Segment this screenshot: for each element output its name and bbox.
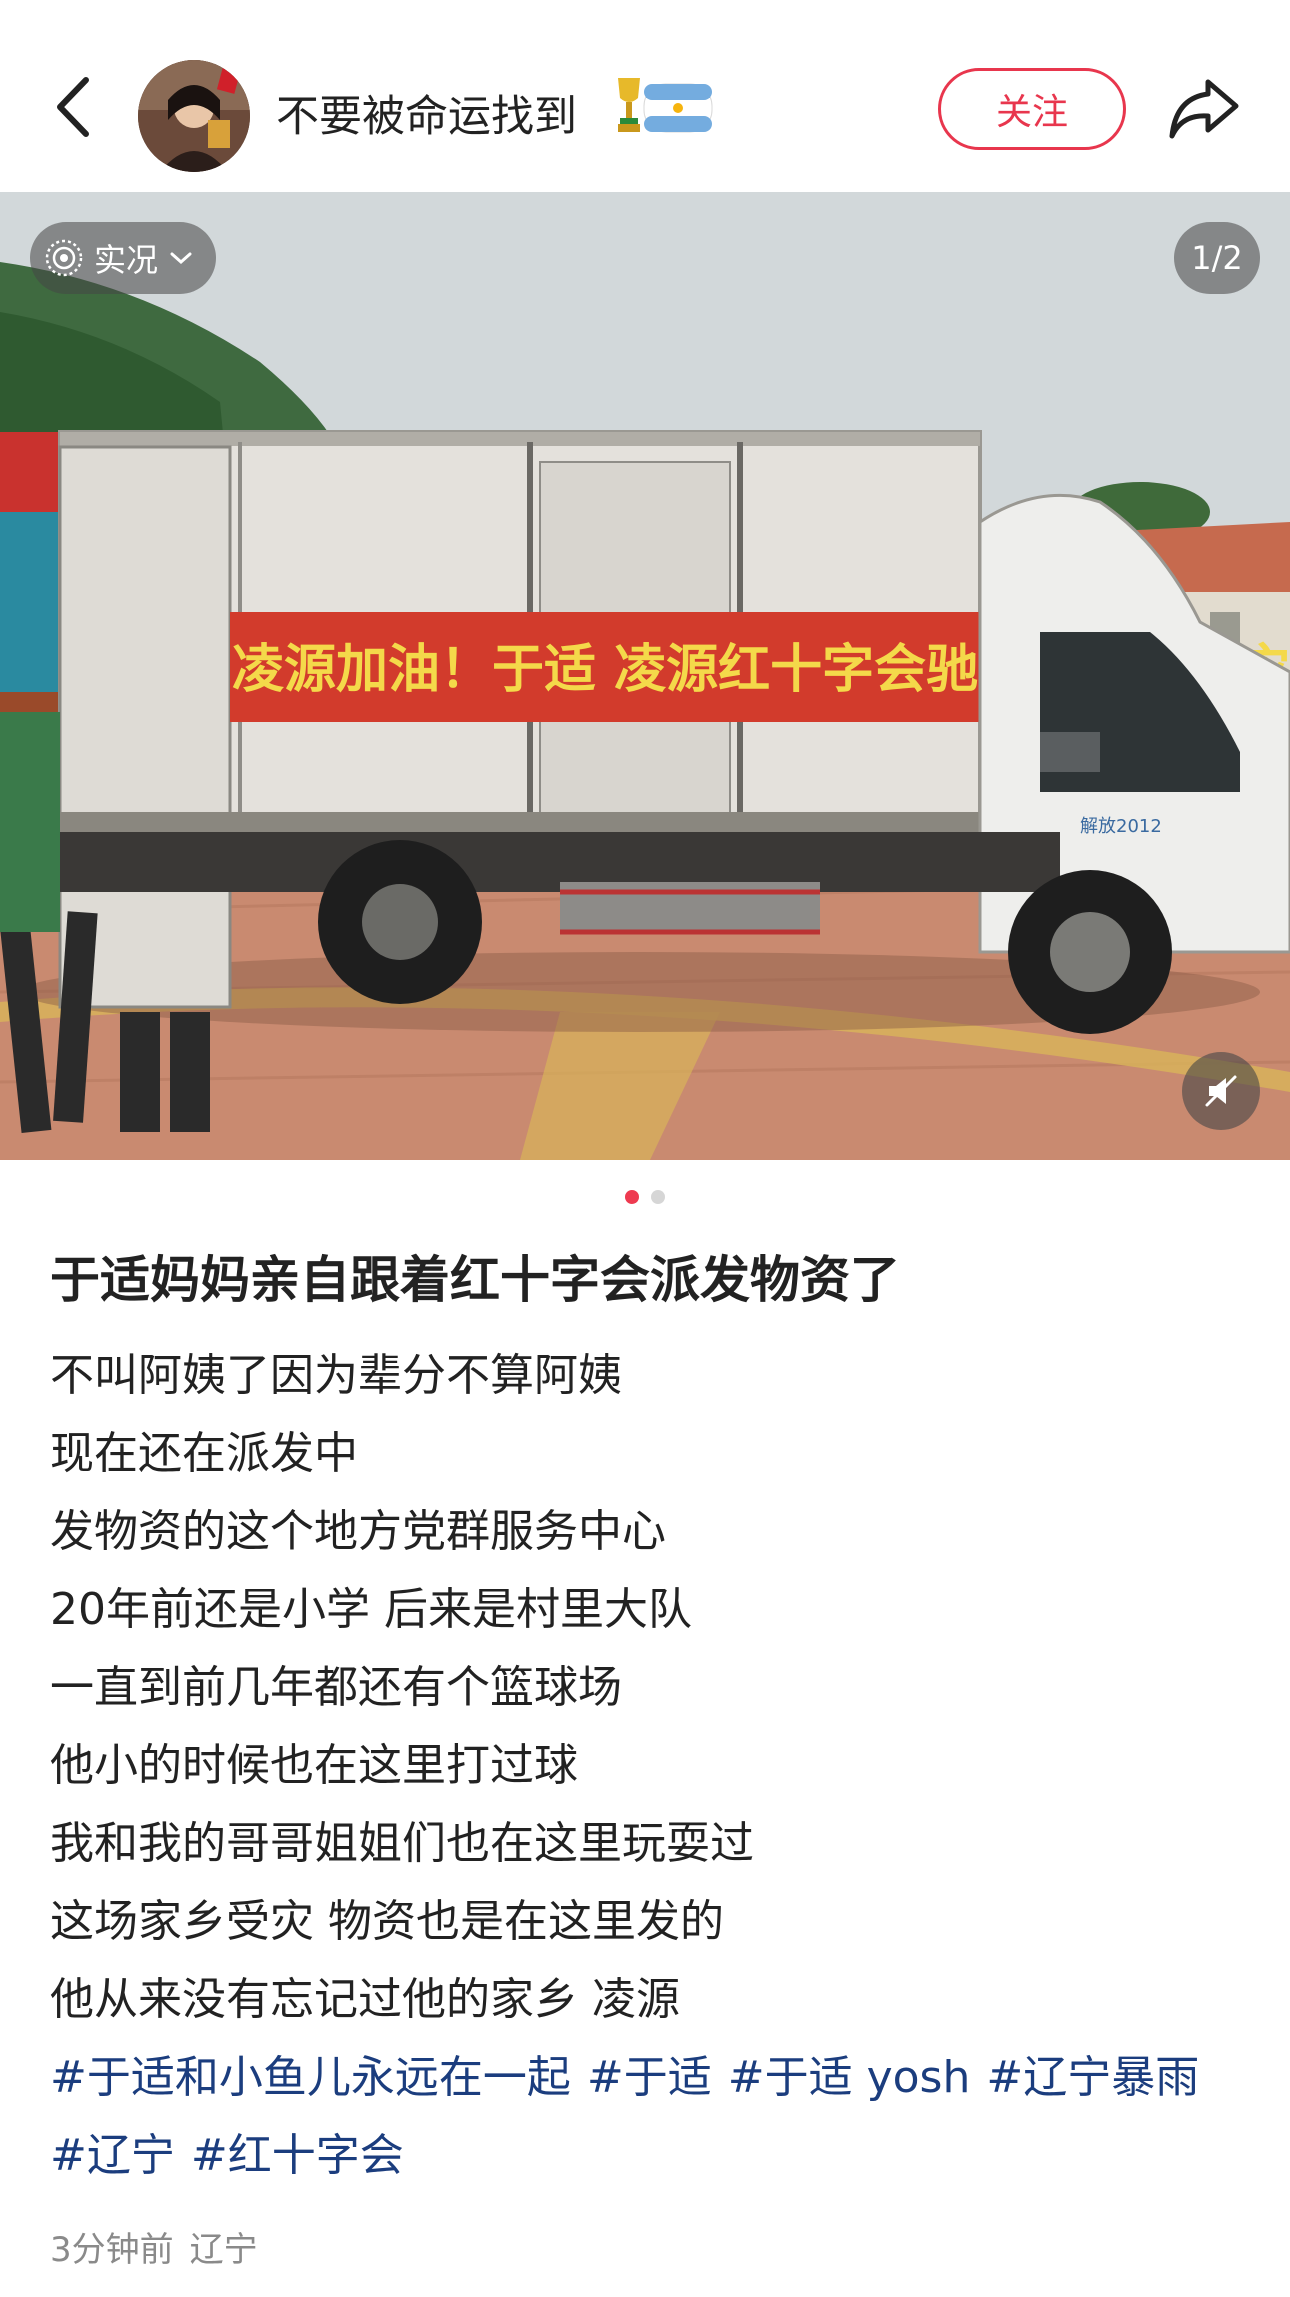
hashtag-link[interactable]: #于适	[587, 2052, 712, 2103]
live-photo-badge[interactable]: 实况	[30, 222, 217, 294]
live-label: 实况	[94, 241, 159, 279]
live-photo-icon	[45, 239, 83, 277]
carousel-dot-active	[625, 1190, 639, 1204]
avatar[interactable]	[138, 60, 250, 172]
post-line: 20年前还是小学 后来是村里大队	[50, 1584, 692, 1635]
badge-icons	[618, 78, 713, 133]
carousel-indicator	[0, 1190, 1290, 1204]
avatar-image	[138, 60, 250, 172]
top-bar: 不要被命运找到 关注	[0, 0, 1290, 192]
hashtag-link[interactable]: #于适和小鱼儿永远在一起	[50, 2052, 571, 2103]
mute-button[interactable]	[1182, 1052, 1260, 1130]
post-media-carousel[interactable]: 凌源加油！于适 凌源红十字会驰援凌源洪涝灾害 解放2012 实况 1/2	[0, 192, 1290, 1160]
speaker-muted-icon	[1205, 1075, 1237, 1107]
post-line: 他小的时候也在这里打过球	[50, 1740, 578, 1791]
post-line: 他从来没有忘记过他的家乡 凌源	[50, 1974, 680, 2025]
post-line: 这场家乡受灾 物资也是在这里发的	[50, 1896, 724, 1947]
back-arrow-icon[interactable]	[48, 72, 98, 142]
post-meta: 3分钟前 辽宁	[50, 2222, 258, 2271]
hashtag-link[interactable]: #红十字会	[191, 2130, 404, 2181]
post-body: 不叫阿姨了因为辈分不算阿姨 现在还在派发中 发物资的这个地方党群服务中心 20年…	[50, 1337, 1250, 2195]
trophy-icon	[618, 78, 640, 132]
post-line: 现在还在派发中	[50, 1428, 358, 1479]
post-line: 我和我的哥哥姐姐们也在这里玩耍过	[50, 1818, 754, 1869]
svg-text:解放2012: 解放2012	[1080, 816, 1162, 837]
post-photo: 凌源加油！于适 凌源红十字会驰援凌源洪涝灾害 解放2012	[0, 192, 1290, 1160]
post-line: 一直到前几年都还有个篮球场	[50, 1662, 622, 1713]
post-line: 不叫阿姨了因为辈分不算阿姨	[50, 1350, 622, 1401]
carousel-dot	[651, 1190, 665, 1204]
page-counter: 1/2	[1174, 222, 1260, 294]
hashtag-list: #于适和小鱼儿永远在一起 #于适 #于适 yosh #辽宁暴雨 #辽宁 #红十字会	[50, 2039, 1250, 2195]
post-time: 3分钟前	[50, 2230, 174, 2270]
chevron-down-icon	[170, 252, 192, 265]
post-title: 于适妈妈亲自跟着红十字会派发物资了	[50, 1251, 900, 1309]
share-icon[interactable]	[1168, 76, 1240, 142]
follow-button[interactable]: 关注	[938, 68, 1126, 150]
hashtag-link[interactable]: #辽宁暴雨	[986, 2052, 1199, 2103]
hashtag-link[interactable]: #于适 yosh	[728, 2052, 971, 2103]
post-location[interactable]: 辽宁	[190, 2222, 258, 2271]
argentina-flag-icon	[643, 83, 713, 133]
hashtag-link[interactable]: #辽宁	[50, 2130, 175, 2181]
username[interactable]: 不要被命运找到	[276, 82, 577, 144]
post-line: 发物资的这个地方党群服务中心	[50, 1506, 666, 1557]
